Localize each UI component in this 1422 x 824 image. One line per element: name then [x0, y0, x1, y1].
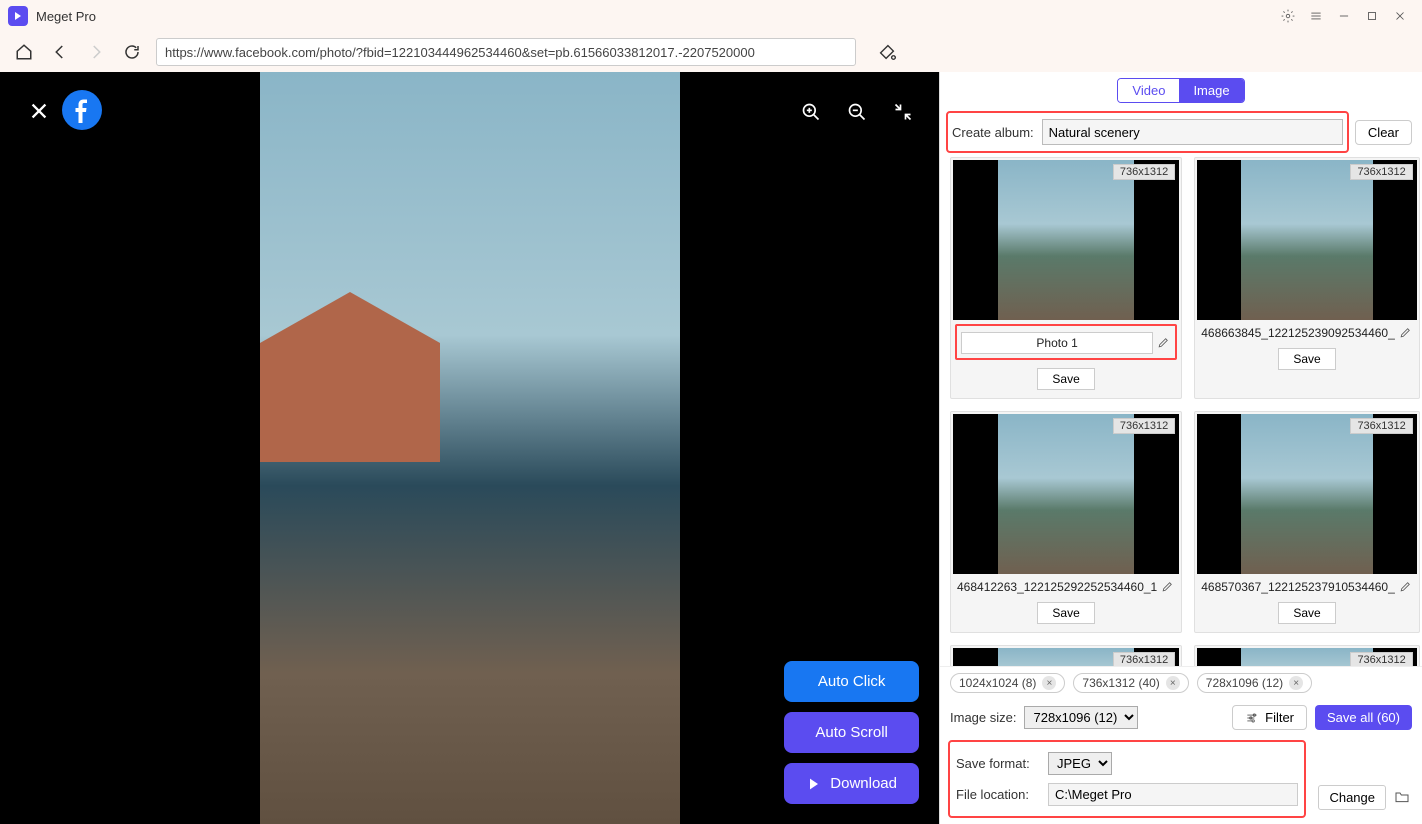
- chip-remove-icon[interactable]: ×: [1166, 676, 1180, 690]
- app-title: Meget Pro: [36, 9, 96, 24]
- chip-remove-icon[interactable]: ×: [1042, 676, 1056, 690]
- reload-icon[interactable]: [120, 40, 144, 64]
- thumbnail-name: 468663845_122125239092534460_: [1201, 326, 1395, 340]
- file-location-input[interactable]: [1048, 783, 1298, 806]
- dimension-badge: 736x1312: [1113, 164, 1175, 180]
- chip-label: 736x1312 (40): [1082, 676, 1159, 690]
- thumbnail-image[interactable]: 736x1312: [1197, 648, 1417, 666]
- thumbnail-card[interactable]: 736x1312: [1194, 645, 1420, 666]
- size-filter-chip[interactable]: 728x1096 (12) ×: [1197, 673, 1312, 693]
- edit-name-icon[interactable]: [1399, 580, 1413, 594]
- thumbnail-image[interactable]: 736x1312: [953, 160, 1179, 320]
- auto-click-button[interactable]: Auto Click: [784, 661, 919, 702]
- image-size-label: Image size:: [950, 710, 1016, 725]
- panel-tabs: Video Image: [940, 72, 1422, 109]
- file-location-label: File location:: [956, 787, 1040, 802]
- edit-name-icon[interactable]: [1157, 336, 1171, 350]
- zoom-out-icon[interactable]: [847, 102, 869, 124]
- zoom-controls: [801, 102, 915, 124]
- size-filter-chip[interactable]: 736x1312 (40) ×: [1073, 673, 1188, 693]
- thumbnail-save-button[interactable]: Save: [1278, 348, 1335, 370]
- thumbnail-save-button[interactable]: Save: [1037, 368, 1094, 390]
- save-settings-section: Save format: JPEG File location:: [948, 740, 1306, 818]
- thumbnail-image[interactable]: 736x1312: [1197, 160, 1417, 320]
- dimension-badge: 736x1312: [1350, 652, 1412, 666]
- thumbnail-card[interactable]: 736x1312: [950, 645, 1182, 666]
- back-icon[interactable]: [48, 40, 72, 64]
- thumbnail-card[interactable]: 736x1312 468663845_122125239092534460_ S…: [1194, 157, 1420, 399]
- edit-name-icon[interactable]: [1399, 326, 1413, 340]
- thumbnail-image[interactable]: 736x1312: [953, 414, 1179, 574]
- filter-button[interactable]: Filter: [1232, 705, 1307, 730]
- thumbnail-image[interactable]: 736x1312: [953, 648, 1179, 666]
- thumbnail-name[interactable]: Photo 1: [961, 332, 1153, 354]
- thumbnail-card[interactable]: 736x1312 Photo 1 Save: [950, 157, 1182, 399]
- save-format-select[interactable]: JPEG: [1048, 752, 1112, 775]
- chip-label: 1024x1024 (8): [959, 676, 1036, 690]
- maximize-button[interactable]: [1358, 2, 1386, 30]
- settings-icon[interactable]: [1274, 2, 1302, 30]
- thumbnail-grid[interactable]: 736x1312 Photo 1 Save 736x1312 468663845…: [940, 155, 1422, 666]
- thumbnail-card[interactable]: 736x1312 468570367_122125237910534460_ S…: [1194, 411, 1420, 633]
- thumbnail-card[interactable]: 736x1312 468412263_122125292252534460_1 …: [950, 411, 1182, 633]
- thumbnail-name-row: 468412263_122125292252534460_1: [953, 574, 1179, 598]
- create-album-label: Create album:: [952, 125, 1034, 140]
- download-button[interactable]: Download: [784, 763, 919, 804]
- tab-video[interactable]: Video: [1118, 79, 1179, 102]
- chip-remove-icon[interactable]: ×: [1289, 676, 1303, 690]
- thumbnail-name-row: 468663845_122125239092534460_: [1197, 320, 1417, 344]
- download-label: Download: [830, 775, 897, 792]
- action-buttons: Auto Click Auto Scroll Download: [784, 661, 919, 804]
- size-chip-row: 1024x1024 (8)×736x1312 (40)×728x1096 (12…: [940, 666, 1422, 699]
- collapse-icon[interactable]: [893, 102, 915, 124]
- forward-icon: [84, 40, 108, 64]
- thumbnail-name-row: Photo 1: [955, 324, 1177, 360]
- close-viewer-icon[interactable]: [28, 100, 52, 124]
- change-location-button[interactable]: Change: [1318, 785, 1386, 810]
- menu-icon[interactable]: [1302, 2, 1330, 30]
- dimension-badge: 736x1312: [1350, 164, 1412, 180]
- paint-bucket-icon[interactable]: [876, 41, 898, 63]
- facebook-logo-icon[interactable]: [62, 90, 102, 130]
- thumbnail-image[interactable]: 736x1312: [1197, 414, 1417, 574]
- thumbnail-name-row: 468570367_122125237910534460_: [1197, 574, 1417, 598]
- side-panel: Video Image Create album: Clear 736x1312…: [940, 72, 1422, 824]
- url-input[interactable]: [165, 45, 847, 60]
- photo-viewer: Auto Click Auto Scroll Download: [0, 72, 940, 824]
- dimension-badge: 736x1312: [1113, 652, 1175, 666]
- dimension-badge: 736x1312: [1350, 418, 1412, 434]
- titlebar: Meget Pro: [0, 0, 1422, 32]
- minimize-button[interactable]: [1330, 2, 1358, 30]
- save-format-label: Save format:: [956, 756, 1040, 771]
- thumbnail-name: 468570367_122125237910534460_: [1201, 580, 1395, 594]
- save-all-button[interactable]: Save all (60): [1315, 705, 1412, 730]
- dimension-badge: 736x1312: [1113, 418, 1175, 434]
- clear-button[interactable]: Clear: [1355, 120, 1412, 145]
- app-icon: [8, 6, 28, 26]
- size-filter-chip[interactable]: 1024x1024 (8) ×: [950, 673, 1065, 693]
- edit-name-icon[interactable]: [1161, 580, 1175, 594]
- toolbar: [0, 32, 1422, 72]
- create-album-row: Create album:: [946, 111, 1349, 153]
- zoom-in-icon[interactable]: [801, 102, 823, 124]
- chip-label: 728x1096 (12): [1206, 676, 1283, 690]
- auto-scroll-button[interactable]: Auto Scroll: [784, 712, 919, 753]
- thumbnail-save-button[interactable]: Save: [1278, 602, 1335, 624]
- url-bar[interactable]: [156, 38, 856, 66]
- folder-icon[interactable]: [1394, 789, 1412, 807]
- album-name-input[interactable]: [1042, 119, 1343, 145]
- image-size-select[interactable]: 728x1096 (12): [1024, 706, 1138, 729]
- home-icon[interactable]: [12, 40, 36, 64]
- thumbnail-name: 468412263_122125292252534460_1: [957, 580, 1157, 594]
- thumbnail-save-button[interactable]: Save: [1037, 602, 1094, 624]
- tab-image[interactable]: Image: [1179, 79, 1243, 102]
- image-size-row: Image size: 728x1096 (12) Filter Save al…: [940, 699, 1422, 736]
- close-button[interactable]: [1386, 2, 1414, 30]
- filter-label: Filter: [1265, 710, 1294, 725]
